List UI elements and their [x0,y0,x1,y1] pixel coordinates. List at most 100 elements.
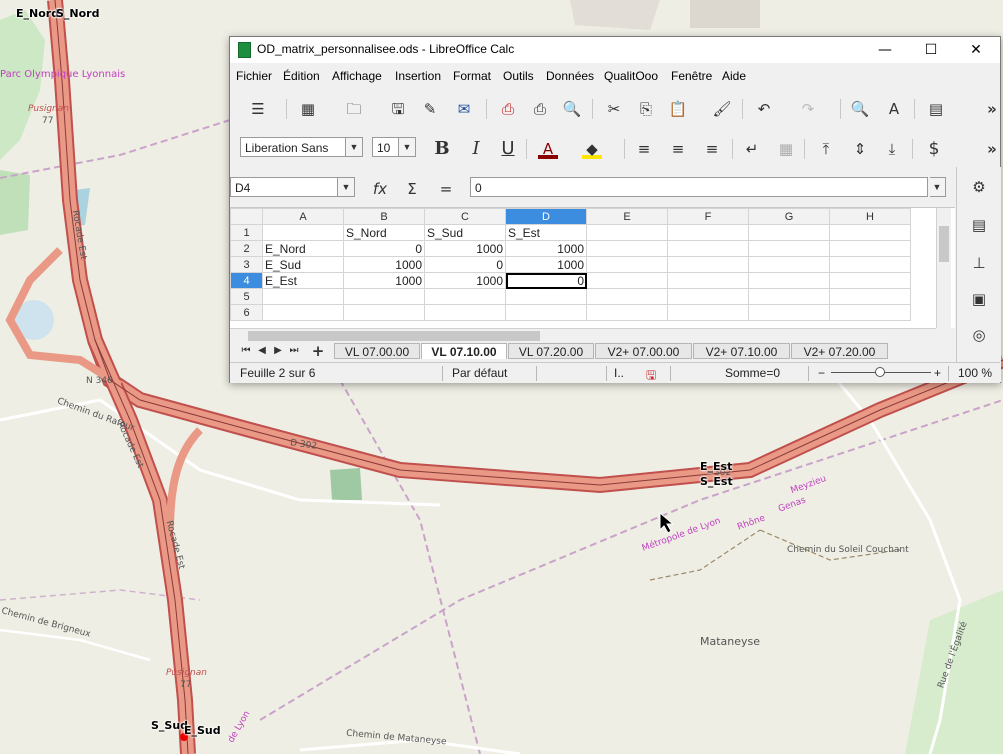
cell[interactable] [505,304,587,321]
toolbar-more-icon[interactable]: » [982,99,1002,119]
column-header[interactable]: E [586,208,668,225]
cell[interactable] [343,288,425,305]
cell[interactable] [829,304,911,321]
sum-icon[interactable]: Σ [402,179,422,199]
save-as-icon[interactable]: ✎ [420,99,440,119]
cell[interactable]: S_Nord [343,224,425,241]
cell[interactable] [748,272,830,289]
selection-mode-icon[interactable]: I.. [614,366,624,380]
row-header[interactable]: 2 [230,240,263,257]
toolbar-more-icon-2[interactable]: » [982,139,1002,159]
sheet-tab[interactable]: V2+ 07.00.00 [595,343,692,359]
name-box[interactable]: D4 ▼ [230,177,355,197]
spreadsheet-grid[interactable]: A B C D E F G H 1 S_Nord S_Sud S_Est 2 E… [230,207,955,343]
chevron-down-icon[interactable]: ▼ [345,138,362,156]
cell[interactable] [667,288,749,305]
active-cell[interactable]: 0 [505,272,587,289]
vertical-scroll-thumb[interactable] [939,226,949,262]
paste-icon[interactable]: 📋 [668,99,688,119]
zoom-out-button[interactable]: − [818,366,825,380]
cell[interactable] [748,304,830,321]
horizontal-scroll-thumb[interactable] [248,331,540,341]
cell[interactable]: 1000 [505,256,587,273]
print-icon[interactable]: ⎙ [530,99,550,119]
cell[interactable] [829,272,911,289]
toggle-toolbar-icon[interactable]: ☰ [248,99,268,119]
row-header[interactable]: 4 [230,272,263,289]
cut-icon[interactable]: ✂ [604,99,624,119]
cell[interactable]: 1000 [424,240,506,257]
chevron-down-icon[interactable]: ▼ [398,138,415,156]
menu-affichage[interactable]: Affichage [332,69,382,83]
wrap-text-icon[interactable]: ↵ [742,139,762,159]
column-header[interactable]: H [829,208,911,225]
column-header[interactable]: F [667,208,749,225]
cell[interactable] [748,288,830,305]
sum-status[interactable]: Somme=0 [725,366,780,380]
menu-aide[interactable]: Aide [722,69,746,83]
cell[interactable] [667,224,749,241]
cell[interactable] [748,224,830,241]
redo-icon[interactable]: ↷ [798,99,818,119]
row-insert-icon[interactable]: ▤ [926,99,946,119]
close-button[interactable]: ✕ [953,37,999,63]
cell[interactable]: 0 [424,256,506,273]
sheet-table[interactable]: A B C D E F G H 1 S_Nord S_Sud S_Est 2 E… [230,208,911,321]
cell[interactable] [829,256,911,273]
menu-edition[interactable]: Édition [283,69,320,83]
copy-icon[interactable]: ⎘ [636,99,656,119]
cell[interactable] [505,288,587,305]
formula-equals-icon[interactable]: = [436,179,456,199]
spelling-icon[interactable]: A [884,99,904,119]
formula-input[interactable]: 0 [470,177,928,197]
add-sheet-icon[interactable]: + [308,341,328,361]
cell[interactable] [667,304,749,321]
cell[interactable] [424,304,506,321]
cell[interactable]: 0 [343,240,425,257]
column-header[interactable]: D [505,208,587,225]
menu-fenetre[interactable]: Fenêtre [671,69,712,83]
sheet-tab[interactable]: VL 07.20.00 [508,343,594,359]
vertical-scrollbar[interactable] [936,208,951,328]
column-header[interactable]: B [343,208,425,225]
cell[interactable]: 1000 [343,272,425,289]
expand-formula-button[interactable]: ▼ [929,177,946,197]
row-header[interactable]: 3 [230,256,263,273]
font-size-combo[interactable]: 10 ▼ [372,137,416,157]
menu-fichier[interactable]: Fichier [236,69,272,83]
cell[interactable] [748,256,830,273]
cell[interactable] [667,272,749,289]
cell[interactable] [586,272,668,289]
row-header[interactable]: 5 [230,288,263,305]
row-header[interactable]: 6 [230,304,263,321]
export-pdf-icon[interactable]: ⎙ [498,99,518,119]
table-icon[interactable]: ▦ [298,99,318,119]
cell[interactable] [262,288,344,305]
undo-icon[interactable]: ↶ [754,99,774,119]
print-preview-icon[interactable]: 🔍 [562,99,582,119]
cell[interactable] [586,224,668,241]
open-icon[interactable]: 🗀 [344,99,364,119]
last-sheet-icon[interactable]: ⏭ [284,341,304,361]
cell[interactable] [667,240,749,257]
menu-qualitooo[interactable]: QualitOoo [604,69,658,83]
sheet-tab[interactable]: V2+ 07.10.00 [693,343,790,359]
bold-button[interactable]: B [432,139,452,159]
underline-button[interactable]: U [498,139,518,159]
page-style-status[interactable]: Par défaut [452,366,507,380]
save-icon[interactable]: 🖫 [388,99,408,119]
cell[interactable] [748,240,830,257]
properties-icon[interactable]: ⚙ [969,177,989,197]
column-header[interactable]: A [262,208,344,225]
align-left-icon[interactable]: ≡ [634,139,654,159]
cell[interactable]: E_Est [262,272,344,289]
document-modified-icon[interactable]: 🖫 [646,366,656,387]
cell[interactable]: S_Est [505,224,587,241]
cell[interactable] [667,256,749,273]
navigator-icon[interactable]: ◎ [969,325,989,345]
sheet-tab-active[interactable]: VL 07.10.00 [421,343,507,359]
cell[interactable] [262,224,344,241]
font-color-icon[interactable]: A [538,139,558,159]
calc-window[interactable]: OD_matrix_personnalisee.ods - LibreOffic… [229,36,1001,383]
chevron-down-icon[interactable]: ▼ [337,178,354,196]
